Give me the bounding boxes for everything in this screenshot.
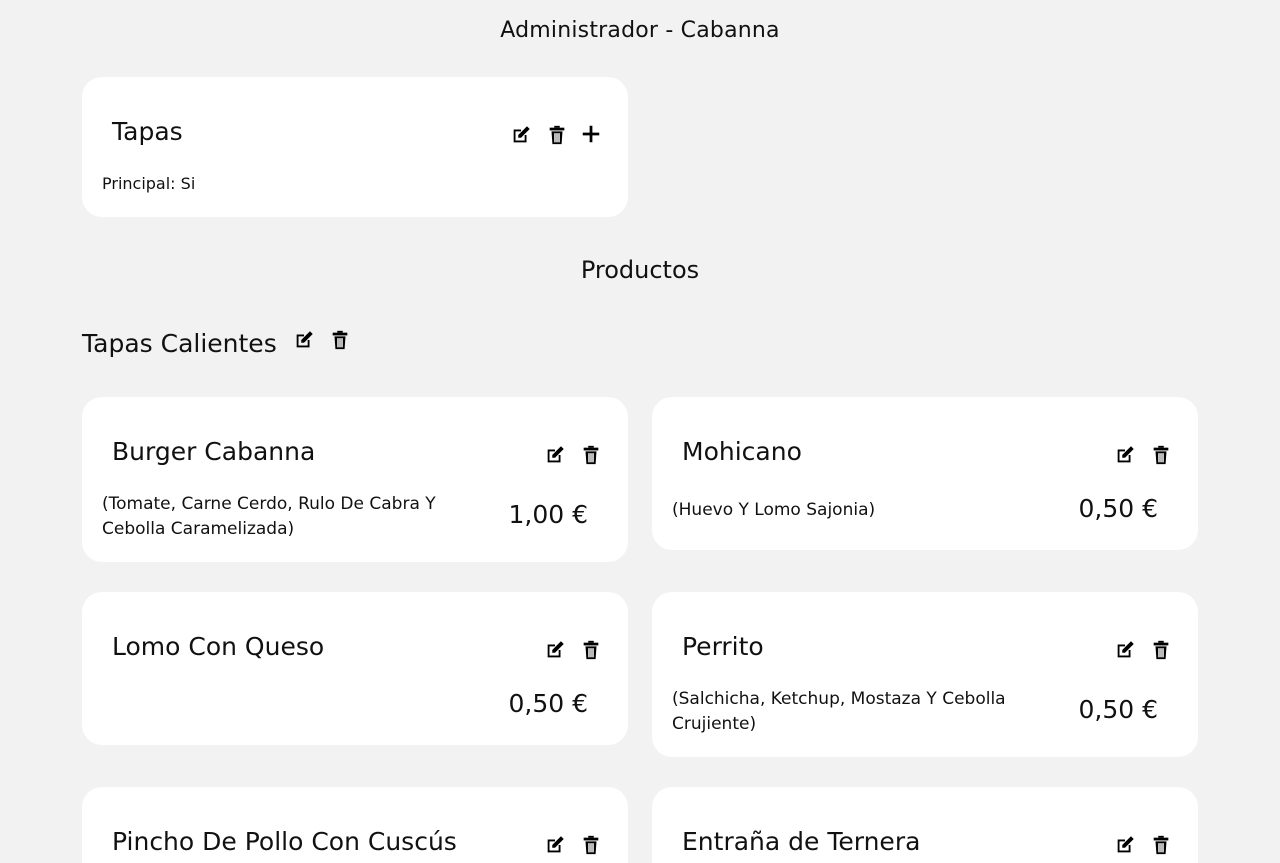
product-price: 0,50 € xyxy=(1078,695,1158,724)
trash-icon[interactable] xyxy=(1150,444,1172,466)
page-title: Administrador - Cabanna xyxy=(500,18,780,43)
product-card: Lomo Con Queso 0,50 € xyxy=(82,592,628,745)
product-card: Entraña de Ternera xyxy=(652,787,1198,863)
product-card: Perrito (Salchicha, Ketchup, Mostaza Y C… xyxy=(652,592,1198,757)
edit-icon[interactable] xyxy=(544,444,566,466)
trash-icon[interactable] xyxy=(580,444,602,466)
product-description: (Tomate, Carne Cerdo, Rulo De Cabra Y Ce… xyxy=(102,494,436,539)
edit-icon[interactable] xyxy=(1114,639,1136,661)
product-name: Lomo Con Queso xyxy=(112,632,325,661)
edit-icon[interactable] xyxy=(510,124,532,146)
product-name: Perrito xyxy=(682,632,764,661)
edit-icon[interactable] xyxy=(1114,444,1136,466)
product-card: Mohicano (Huevo Y Lomo Sajonia) 0,50 € xyxy=(652,397,1198,550)
product-description: (Huevo Y Lomo Sajonia) xyxy=(672,500,876,520)
product-card: Pincho De Pollo Con Cuscús xyxy=(82,787,628,863)
category-card: Tapas Principal: Si xyxy=(82,77,628,217)
trash-icon[interactable] xyxy=(329,329,351,351)
product-card: Burger Cabanna (Tomate, Carne Cerdo, Rul… xyxy=(82,397,628,562)
edit-icon[interactable] xyxy=(1114,834,1136,856)
product-price: 1,00 € xyxy=(508,500,588,529)
product-name: Entraña de Ternera xyxy=(682,827,921,856)
trash-icon[interactable] xyxy=(580,834,602,856)
edit-icon[interactable] xyxy=(293,329,315,351)
products-section-title: Productos xyxy=(580,256,700,284)
product-description: (Salchicha, Ketchup, Mostaza Y Cebolla C… xyxy=(672,689,1006,734)
category-name: Tapas xyxy=(112,117,183,146)
trash-icon[interactable] xyxy=(546,124,568,146)
plus-icon[interactable] xyxy=(580,123,602,145)
trash-icon[interactable] xyxy=(1150,639,1172,661)
product-price: 0,50 € xyxy=(1078,494,1158,523)
edit-icon[interactable] xyxy=(544,834,566,856)
product-name: Mohicano xyxy=(682,437,802,466)
product-name: Pincho De Pollo Con Cuscús xyxy=(112,827,457,856)
product-price: 0,50 € xyxy=(508,689,588,718)
edit-icon[interactable] xyxy=(544,639,566,661)
trash-icon[interactable] xyxy=(580,639,602,661)
trash-icon[interactable] xyxy=(1150,834,1172,856)
product-name: Burger Cabanna xyxy=(112,437,316,466)
category-principal: Principal: Si xyxy=(102,174,196,193)
subcategory-title: Tapas Calientes xyxy=(82,329,277,358)
